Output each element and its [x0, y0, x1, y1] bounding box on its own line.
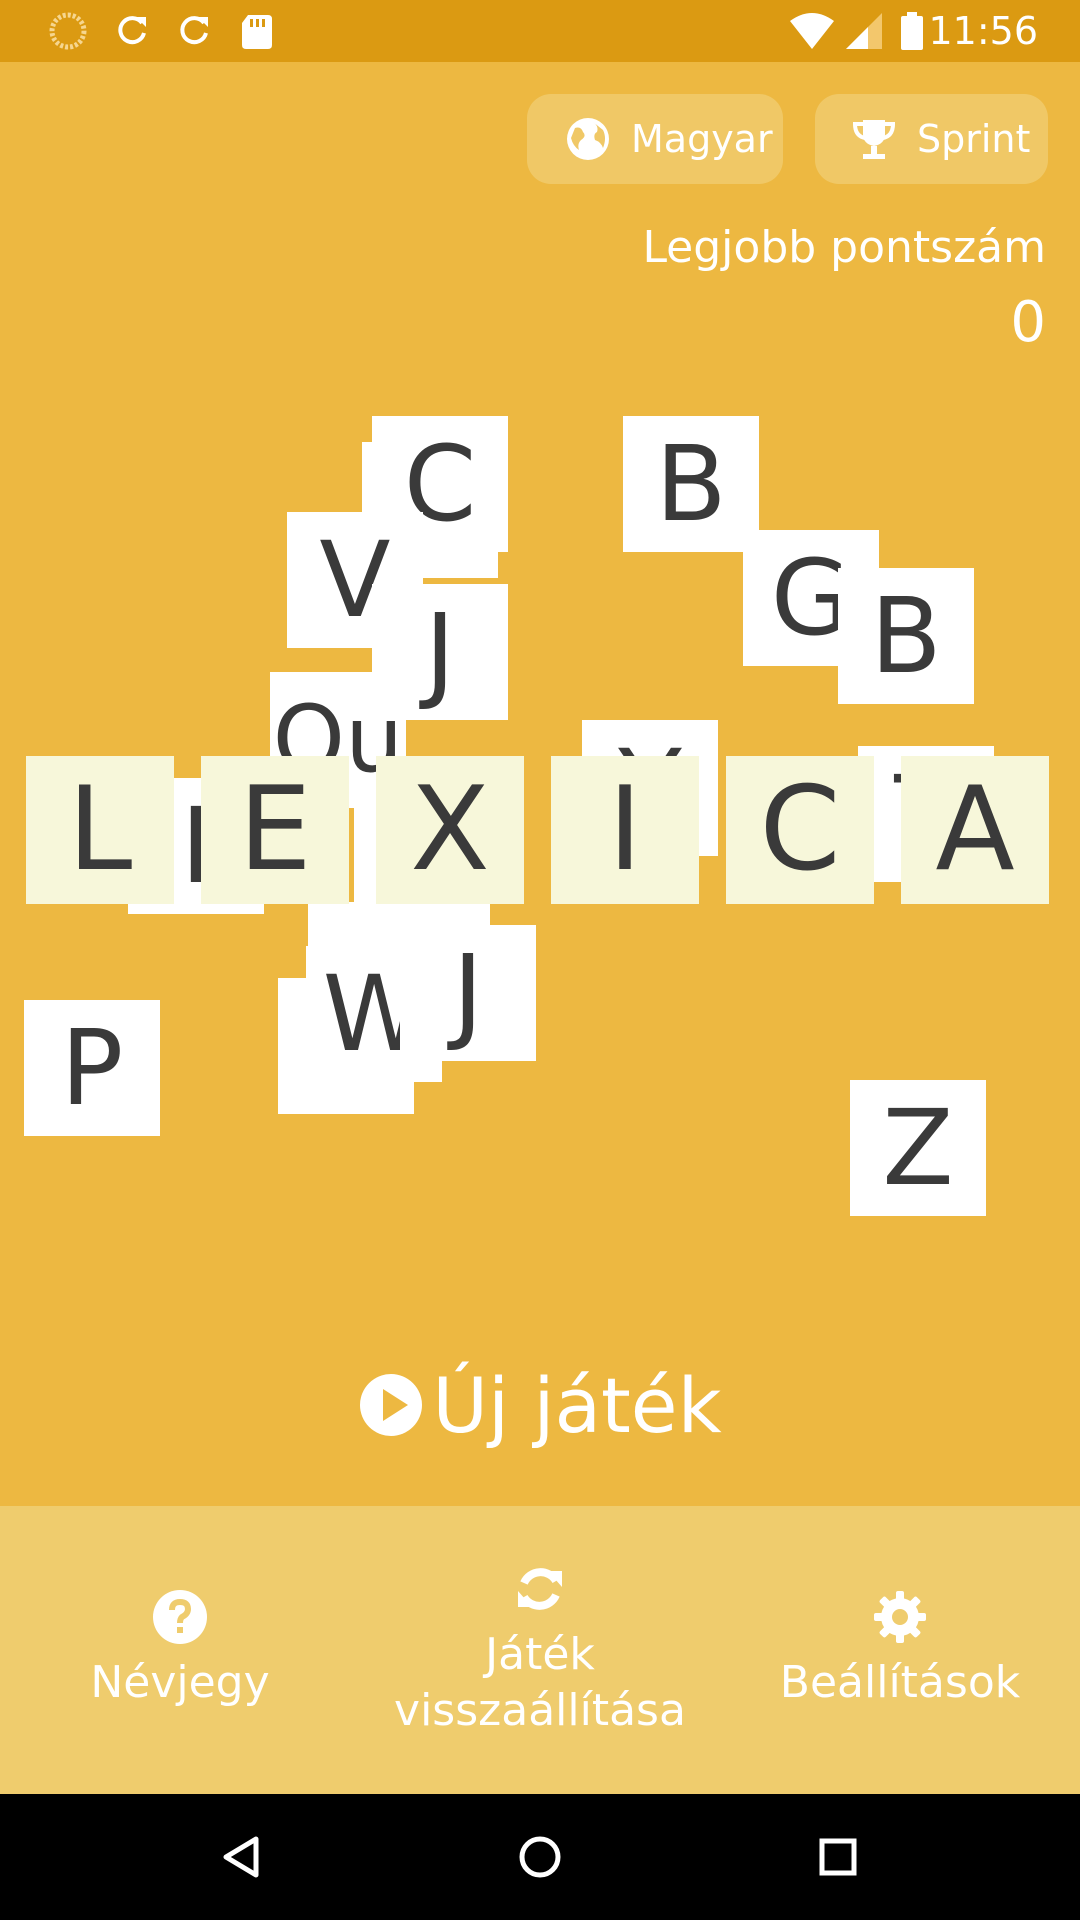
letter-tile[interactable]: P [24, 1000, 160, 1136]
refresh-icon [180, 16, 208, 45]
new-game-label: Új játék [432, 1360, 722, 1450]
signal-icon [846, 13, 882, 49]
title-tile: L [26, 756, 174, 904]
letter-tile[interactable]: B [838, 568, 974, 704]
gear-icon [874, 1591, 926, 1643]
sd-card-icon [242, 15, 272, 49]
reset-game-button[interactable]: Játék visszaállítása [380, 1506, 700, 1794]
letter-tile[interactable]: Z [850, 1080, 986, 1216]
about-label: Névjegy [90, 1657, 270, 1708]
wifi-icon [790, 13, 834, 49]
language-button[interactable]: Magyar [527, 94, 783, 184]
mode-label: Sprint [917, 117, 1031, 161]
status-bar: 11:56 [0, 0, 1080, 62]
settings-button[interactable]: Beállítások [760, 1506, 1040, 1794]
back-icon[interactable] [212, 1827, 272, 1887]
system-nav-bar [0, 1794, 1080, 1920]
best-score-value: 0 [1010, 290, 1046, 355]
title-tile: I [551, 756, 699, 904]
language-label: Magyar [631, 117, 773, 161]
loading-icon [49, 12, 87, 50]
play-circle-icon [360, 1374, 423, 1436]
help-icon [153, 1590, 207, 1644]
reset-game-label: Játék visszaállítása [394, 1629, 686, 1736]
battery-icon [901, 12, 923, 50]
refresh-icon [118, 16, 146, 45]
title-tile: E [201, 756, 349, 904]
new-game-button[interactable]: Új játék [0, 1360, 1080, 1450]
clock: 11:56 [928, 9, 1038, 53]
refresh-icon [518, 1568, 562, 1610]
title-tile: X [376, 756, 524, 904]
title-tile: C [726, 756, 874, 904]
title-tile: A [901, 756, 1049, 904]
mode-button[interactable]: Sprint [815, 94, 1048, 184]
about-button[interactable]: Névjegy [60, 1506, 300, 1794]
settings-label: Beállítások [779, 1657, 1021, 1708]
bottom-bar: Névjegy Játék visszaállítása Beállítások [0, 1506, 1080, 1794]
recents-icon[interactable] [808, 1827, 868, 1887]
letter-tile[interactable]: B [623, 416, 759, 552]
globe-icon [567, 118, 609, 160]
trophy-icon [852, 120, 896, 159]
letter-tile[interactable]: J [400, 925, 536, 1061]
best-score-label: Legjobb pontszám [642, 222, 1046, 273]
home-icon[interactable] [510, 1827, 570, 1887]
